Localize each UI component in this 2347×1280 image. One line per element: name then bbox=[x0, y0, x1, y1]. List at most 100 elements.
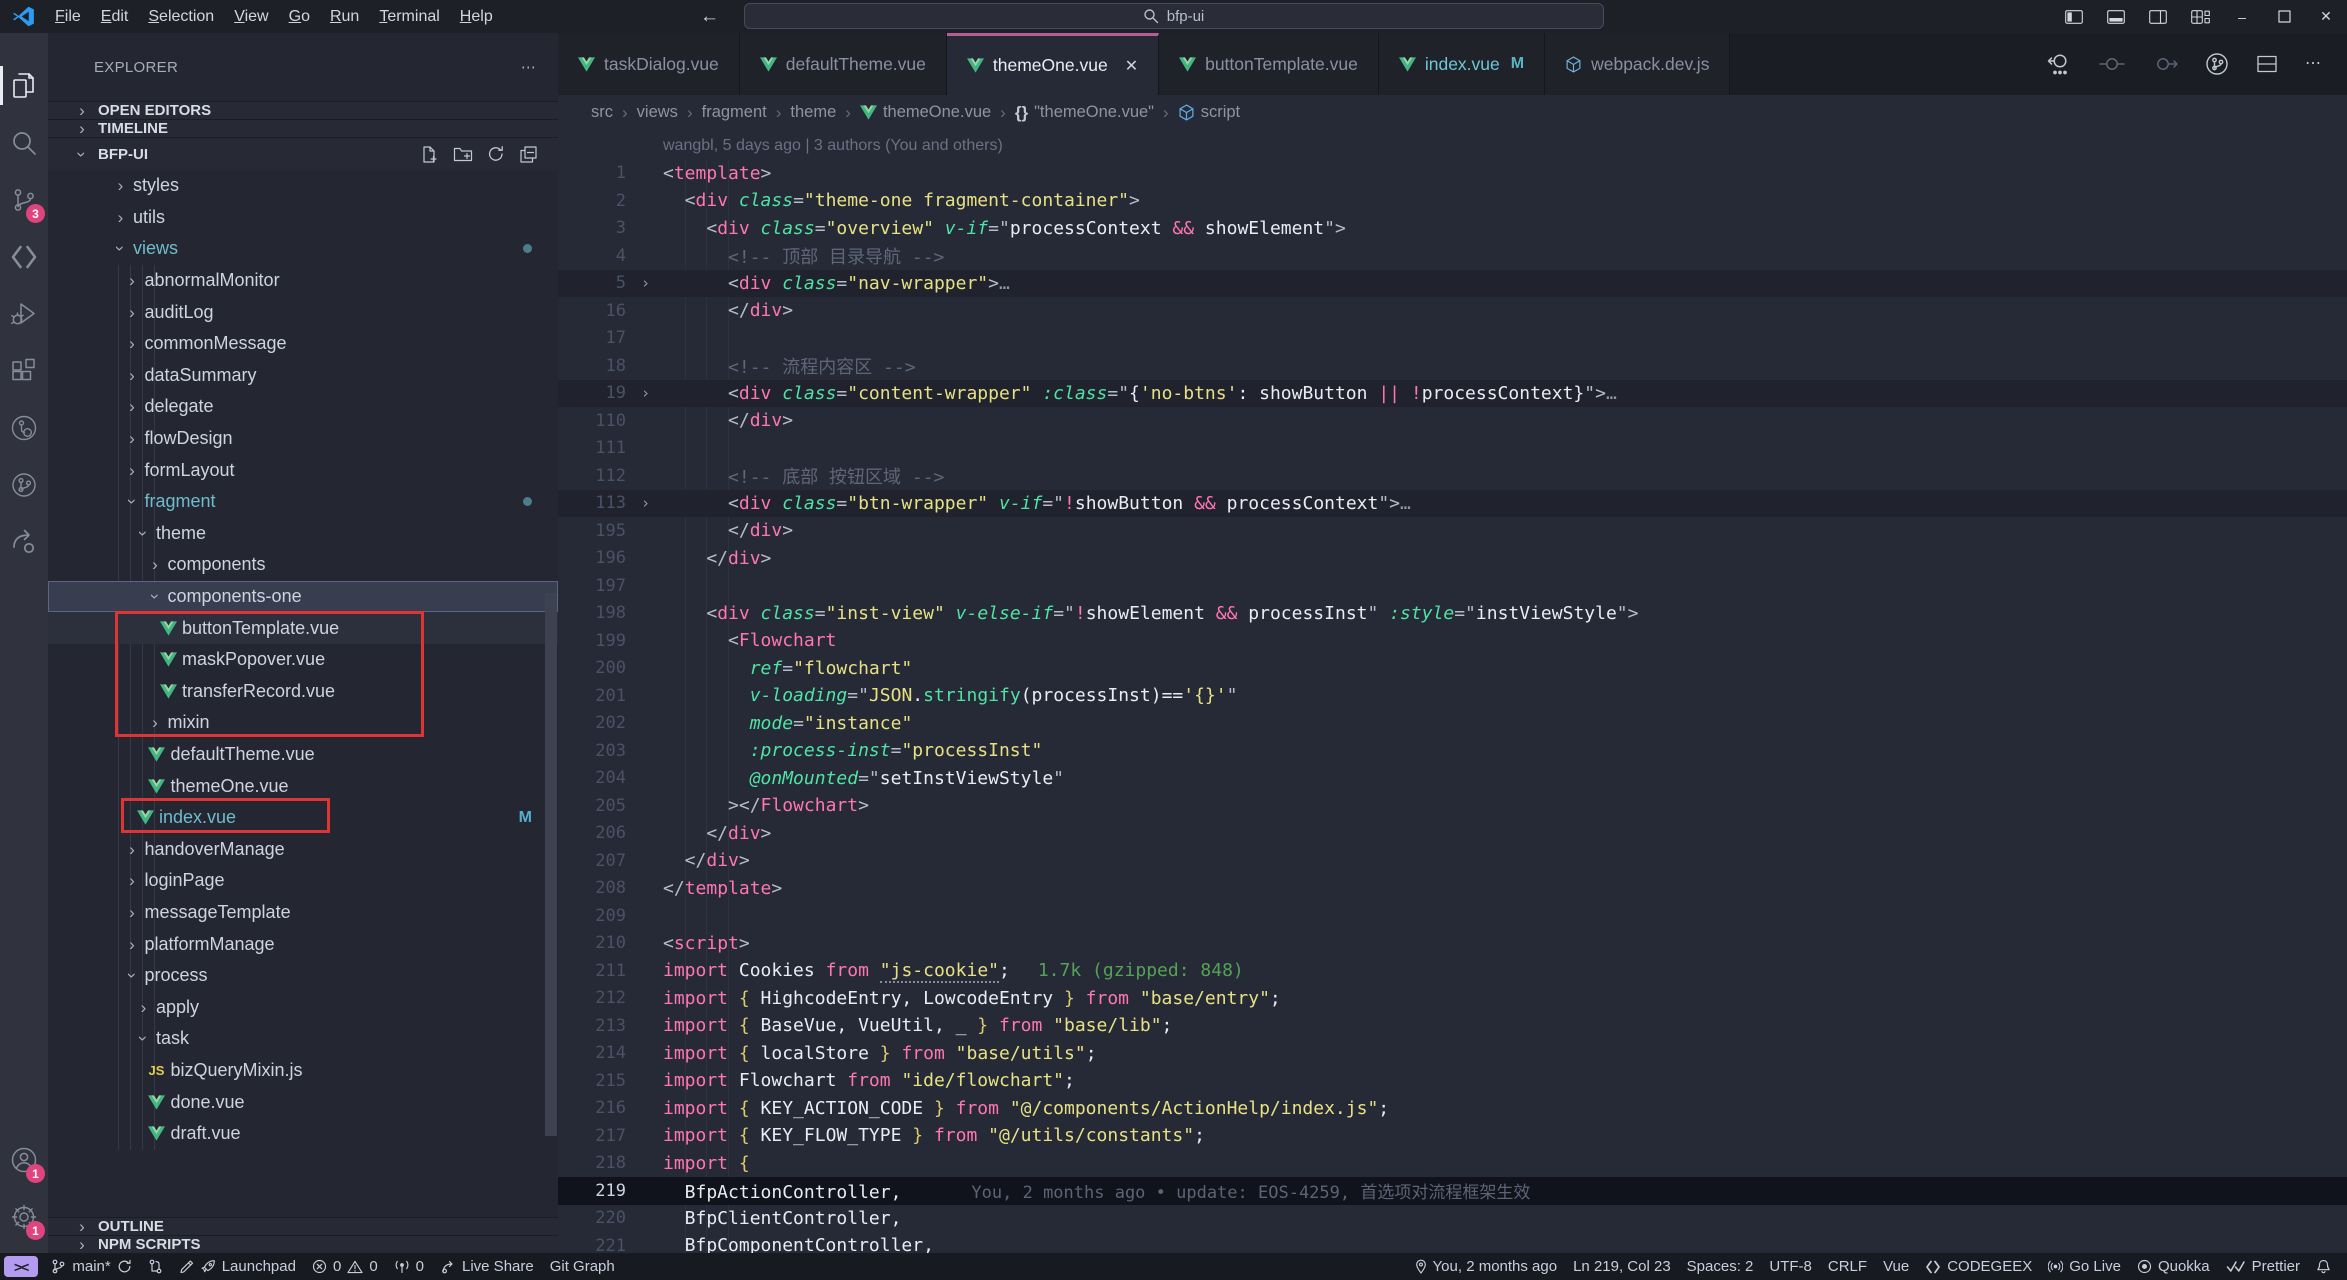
menu-file[interactable]: File bbox=[45, 4, 91, 30]
status-encoding[interactable]: UTF-8 bbox=[1761, 1258, 1820, 1275]
activity-gitlens[interactable] bbox=[0, 399, 48, 456]
close-icon[interactable]: ✕ bbox=[1125, 56, 1138, 76]
activity-live-share[interactable] bbox=[0, 513, 48, 570]
fold-chevron-icon[interactable]: › bbox=[628, 384, 663, 402]
tree-item-task[interactable]: ›task bbox=[48, 1023, 558, 1055]
tree-item-formLayout[interactable]: ›formLayout bbox=[48, 454, 558, 486]
code-line-208[interactable]: 208</template> bbox=[558, 875, 2347, 903]
menu-help[interactable]: Help bbox=[450, 4, 503, 30]
sidebar-more-actions-icon[interactable]: ⋯ bbox=[521, 60, 536, 75]
new-file-icon[interactable] bbox=[420, 145, 439, 164]
tab-webpack-dev-js[interactable]: webpack.dev.js bbox=[1545, 33, 1730, 95]
more-actions-icon[interactable]: ⋯ bbox=[2305, 56, 2321, 72]
code-editor[interactable]: wangbl, 5 days ago | 3 authors (You and … bbox=[558, 130, 2347, 1253]
gitlens-open-changes-icon[interactable] bbox=[2046, 52, 2072, 76]
code-line-211[interactable]: 211import Cookies from "js-cookie";1.7k … bbox=[558, 957, 2347, 985]
git-graph-view-icon[interactable] bbox=[2205, 52, 2229, 76]
breadcrumb-themeOne-vue[interactable]: themeOne.vue bbox=[860, 103, 991, 122]
status-git-graph[interactable]: Git Graph bbox=[542, 1253, 623, 1280]
status-prettier[interactable]: Prettier bbox=[2218, 1258, 2308, 1275]
status-indentation[interactable]: Spaces: 2 bbox=[1679, 1258, 1762, 1275]
code-line-203[interactable]: 203 :process-inst="processInst" bbox=[558, 737, 2347, 765]
code-line-221[interactable]: 221 BfpComponentController, bbox=[558, 1232, 2347, 1253]
code-line-113[interactable]: 113› <div class="btn-wrapper" v-if="!sho… bbox=[558, 490, 2347, 518]
breadcrumb-fragment[interactable]: fragment bbox=[702, 103, 767, 122]
activity-explorer[interactable] bbox=[0, 57, 48, 114]
breadcrumb-views[interactable]: views bbox=[637, 103, 678, 122]
status-language-mode[interactable]: Vue bbox=[1875, 1258, 1917, 1275]
tree-item-draft-vue[interactable]: draft.vue bbox=[48, 1118, 558, 1150]
tree-item-dataSummary[interactable]: ›dataSummary bbox=[48, 360, 558, 392]
code-line-201[interactable]: 201 v-loading="JSON.stringify(processIns… bbox=[558, 682, 2347, 710]
breadcrumb--themeOne-vue-[interactable]: {}"themeOne.vue" bbox=[1015, 103, 1154, 122]
gitlens-previous-change-icon[interactable] bbox=[2099, 55, 2125, 73]
toggle-secondary-sidebar-button[interactable] bbox=[2137, 0, 2179, 33]
status-go-live[interactable]: Go Live bbox=[2040, 1258, 2129, 1275]
code-line-206[interactable]: 206 </div> bbox=[558, 820, 2347, 848]
tree-item-fragment[interactable]: ›fragment bbox=[48, 486, 558, 518]
tree-item-process[interactable]: ›process bbox=[48, 960, 558, 992]
code-line-112[interactable]: 112 <!-- 底部 按钮区域 --> bbox=[558, 462, 2347, 490]
command-center-search[interactable]: bfp-ui bbox=[744, 3, 1604, 29]
tree-item-theme[interactable]: ›theme bbox=[48, 518, 558, 550]
tree-item-bizQueryMixin-js[interactable]: JSbizQueryMixin.js bbox=[48, 1055, 558, 1087]
menu-run[interactable]: Run bbox=[320, 4, 369, 30]
activity-run-and-debug[interactable] bbox=[0, 285, 48, 342]
code-line-217[interactable]: 217import { KEY_FLOW_TYPE } from "@/util… bbox=[558, 1122, 2347, 1150]
status-codegeex-status[interactable]: CODEGEEX bbox=[1917, 1258, 2040, 1275]
tree-item-auditLog[interactable]: ›auditLog bbox=[48, 296, 558, 328]
toggle-primary-sidebar-button[interactable] bbox=[2053, 0, 2095, 33]
tree-item-platformManage[interactable]: ›platformManage bbox=[48, 928, 558, 960]
section-project[interactable]: › BFP-UI bbox=[48, 137, 558, 170]
status-ports[interactable]: 0 bbox=[386, 1253, 432, 1280]
section-timeline[interactable]: ›TIMELINE bbox=[48, 119, 558, 137]
toggle-panel-button[interactable] bbox=[2095, 0, 2137, 33]
tab-themeOne-vue[interactable]: themeOne.vue✕ bbox=[947, 33, 1159, 95]
code-line-213[interactable]: 213import { BaseVue, VueUtil, _ } from "… bbox=[558, 1012, 2347, 1040]
new-folder-icon[interactable] bbox=[453, 145, 473, 164]
menu-view[interactable]: View bbox=[224, 4, 278, 30]
status-live-share[interactable]: Live Share bbox=[432, 1253, 542, 1280]
code-line-196[interactable]: 196 </div> bbox=[558, 545, 2347, 573]
code-line-2[interactable]: 2 <div class="theme-one fragment-contain… bbox=[558, 187, 2347, 215]
navigate-back-icon[interactable]: ← bbox=[700, 7, 719, 26]
refresh-explorer-icon[interactable] bbox=[487, 145, 505, 164]
code-line-198[interactable]: 198 <div class="inst-view" v-else-if="!s… bbox=[558, 600, 2347, 628]
maximize-button[interactable] bbox=[2263, 0, 2305, 33]
tree-item-commonMessage[interactable]: ›commonMessage bbox=[48, 328, 558, 360]
tree-item-components[interactable]: ›components bbox=[48, 549, 558, 581]
tree-item-views[interactable]: ›views bbox=[48, 233, 558, 265]
code-line-214[interactable]: 214import { localStore } from "base/util… bbox=[558, 1040, 2347, 1068]
status-eol[interactable]: CRLF bbox=[1820, 1258, 1875, 1275]
code-line-218[interactable]: 218import { bbox=[558, 1150, 2347, 1178]
tree-item-loginPage[interactable]: ›loginPage bbox=[48, 865, 558, 897]
tree-item-flowDesign[interactable]: ›flowDesign bbox=[48, 423, 558, 455]
code-line-111[interactable]: 111 bbox=[558, 435, 2347, 463]
tree-item-components-one[interactable]: ›components-one bbox=[48, 581, 558, 613]
breadcrumb-theme[interactable]: theme bbox=[790, 103, 836, 122]
menu-selection[interactable]: Selection bbox=[138, 4, 224, 30]
code-line-202[interactable]: 202 mode="instance" bbox=[558, 710, 2347, 738]
code-line-209[interactable]: 209 bbox=[558, 902, 2347, 930]
code-line-5[interactable]: 5› <div class="nav-wrapper">… bbox=[558, 270, 2347, 298]
code-line-204[interactable]: 204 @onMounted="setInstViewStyle" bbox=[558, 765, 2347, 793]
gitlens-next-change-icon[interactable] bbox=[2152, 55, 2178, 73]
menu-go[interactable]: Go bbox=[279, 4, 320, 30]
code-line-18[interactable]: 18 <!-- 流程内容区 --> bbox=[558, 352, 2347, 380]
code-line-200[interactable]: 200 ref="flowchart" bbox=[558, 655, 2347, 683]
code-line-195[interactable]: 195 </div> bbox=[558, 517, 2347, 545]
codelens-authors[interactable]: wangbl, 5 days ago | 3 authors (You and … bbox=[663, 137, 1003, 155]
code-line-1[interactable]: 1<template> bbox=[558, 160, 2347, 188]
status-blame-status[interactable]: You, 2 months ago bbox=[1407, 1258, 1566, 1275]
activity-settings[interactable]: 1 bbox=[0, 1188, 48, 1245]
code-line-205[interactable]: 205 ></Flowchart> bbox=[558, 792, 2347, 820]
status-launchpad[interactable]: Launchpad bbox=[171, 1253, 304, 1280]
status-quokka[interactable]: Quokka bbox=[2129, 1258, 2218, 1275]
activity-search[interactable] bbox=[0, 114, 48, 171]
tab-index-vue[interactable]: index.vueM bbox=[1379, 33, 1545, 95]
section-npm-scripts[interactable]: ›NPM SCRIPTS bbox=[48, 1235, 558, 1253]
code-line-220[interactable]: 220 BfpClientController, bbox=[558, 1205, 2347, 1233]
fold-chevron-icon[interactable]: › bbox=[628, 494, 663, 512]
sidebar-scrollbar[interactable] bbox=[545, 593, 557, 1136]
code-line-216[interactable]: 216import { KEY_ACTION_CODE } from "@/co… bbox=[558, 1095, 2347, 1123]
